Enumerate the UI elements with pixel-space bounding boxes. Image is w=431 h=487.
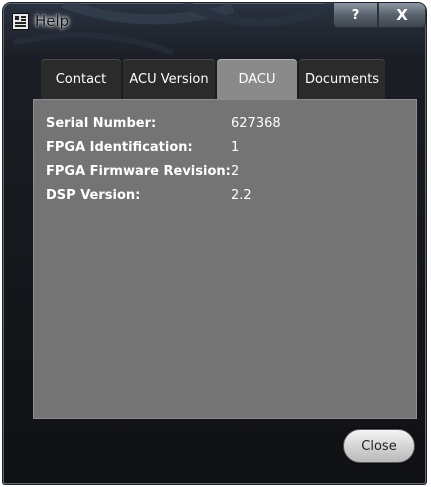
dsp-version-value: 2.2	[231, 188, 252, 203]
app-icon	[12, 13, 29, 30]
dsp-version-label: DSP Version:	[46, 188, 141, 203]
help-button[interactable]: ?	[333, 3, 378, 28]
close-button[interactable]: Close	[343, 429, 415, 463]
tab-documents[interactable]: Documents	[299, 59, 385, 99]
tab-acu-version[interactable]: ACU Version	[123, 59, 215, 99]
serial-number-label: Serial Number:	[46, 116, 157, 131]
serial-number-value: 627368	[231, 116, 281, 131]
fpga-firmware-revision-label: FPGA Firmware Revision:	[46, 164, 231, 179]
fpga-identification-label: FPGA Identification:	[46, 140, 193, 155]
tab-contact[interactable]: Contact	[41, 59, 121, 99]
window-title: Help	[35, 12, 70, 30]
tab-dacu[interactable]: DACU	[217, 59, 297, 99]
fpga-identification-value: 1	[231, 140, 240, 155]
help-dialog: Help ? X Contact ACU Version DACU Docume…	[3, 3, 426, 484]
dacu-panel: Serial Number: 627368 FPGA Identificatio…	[33, 99, 417, 419]
fpga-firmware-revision-value: 2	[231, 164, 240, 179]
window-close-button[interactable]: X	[378, 3, 426, 28]
